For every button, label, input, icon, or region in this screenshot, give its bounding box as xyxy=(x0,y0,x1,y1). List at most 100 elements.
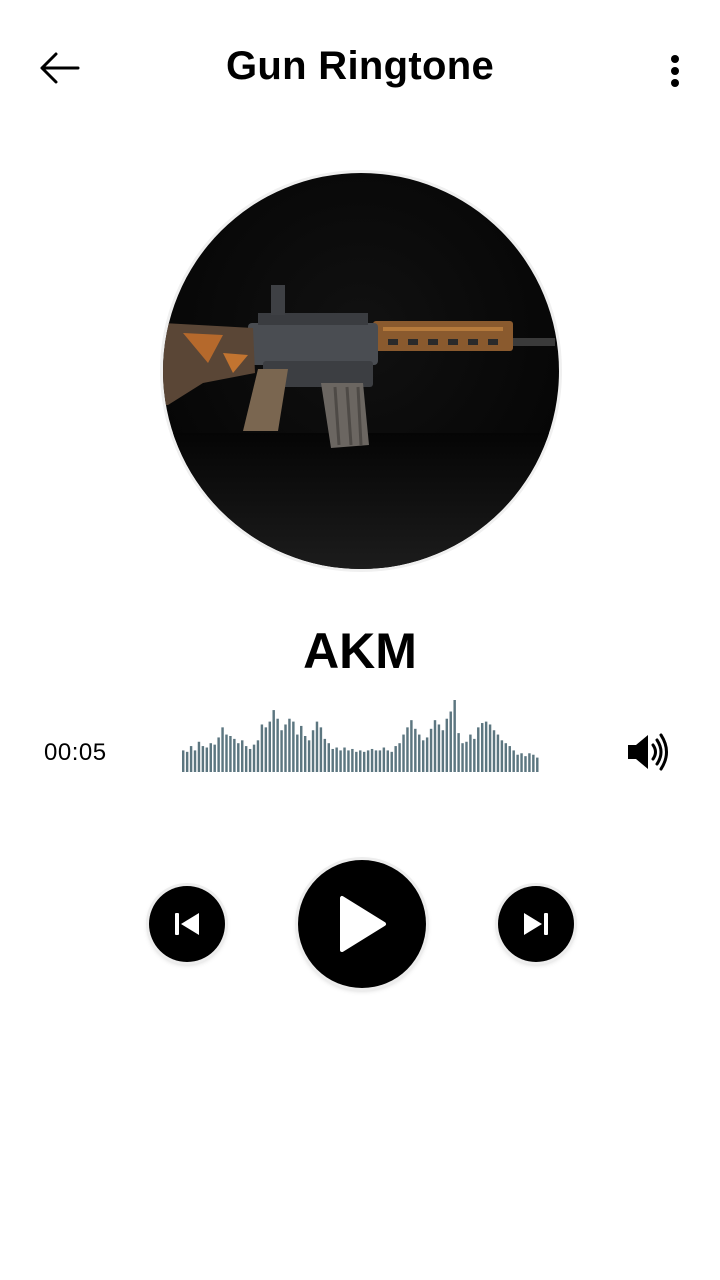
waveform-bar xyxy=(410,720,413,772)
waveform-bar xyxy=(303,736,307,772)
waveform-bar xyxy=(441,730,445,772)
waveform-bar xyxy=(359,750,362,772)
waveform-bar xyxy=(268,721,271,772)
waveform-bar xyxy=(528,753,531,772)
page-title: Gun Ringtone xyxy=(226,44,494,88)
waveform-bar xyxy=(209,743,212,772)
audio-waveform[interactable] xyxy=(182,700,540,772)
volume-up-icon xyxy=(628,733,668,771)
waveform-bar xyxy=(193,750,197,772)
cover-artwork xyxy=(163,173,559,569)
waveform-bar xyxy=(445,718,449,772)
waveform-bar xyxy=(343,747,346,772)
waveform-bar xyxy=(280,730,283,772)
more-options-button[interactable] xyxy=(660,50,690,90)
waveform-bar xyxy=(213,744,216,772)
waveform-bar xyxy=(453,700,456,772)
waveform-bar xyxy=(457,733,460,772)
waveform-bar xyxy=(382,747,386,772)
waveform-bar xyxy=(182,750,185,772)
waveform-bar xyxy=(536,757,539,772)
waveform-bar xyxy=(248,748,252,772)
waveform-bar xyxy=(284,724,287,772)
waveform-bar xyxy=(205,747,209,772)
waveform-bar xyxy=(185,751,189,772)
waveform-bar xyxy=(437,724,441,772)
waveform-bar xyxy=(433,720,437,772)
more-vertical-icon xyxy=(671,55,679,87)
waveform-bar xyxy=(347,750,350,772)
waveform-bar xyxy=(496,734,500,772)
waveform-bar xyxy=(469,734,472,772)
waveform-bar xyxy=(500,740,504,772)
waveform-bar xyxy=(390,751,393,772)
waveform-bar xyxy=(378,750,382,772)
waveform-bar xyxy=(477,727,480,772)
elapsed-time: 00:05 xyxy=(44,739,107,766)
waveform-bar xyxy=(398,743,401,772)
waveform-bar xyxy=(272,710,275,772)
waveform-bar xyxy=(201,746,205,772)
waveform-bar xyxy=(516,754,519,772)
waveform-bar xyxy=(237,743,240,772)
waveform-bar xyxy=(315,721,319,772)
waveform-bar xyxy=(532,754,535,772)
waveform-bar xyxy=(402,734,405,772)
waveform-bar xyxy=(492,730,496,772)
waveform-bar xyxy=(355,751,358,772)
next-track-button[interactable] xyxy=(498,886,574,962)
waveform-bar xyxy=(189,746,193,772)
waveform-bar xyxy=(307,740,311,772)
waveform-bar xyxy=(300,725,303,772)
app-header: Gun Ringtone xyxy=(0,0,720,136)
waveform-bar xyxy=(488,724,492,772)
waveform-bar xyxy=(418,734,421,772)
waveform-bar xyxy=(351,748,354,772)
waveform-bar xyxy=(252,744,256,772)
waveform-bar xyxy=(335,747,338,772)
skip-next-icon xyxy=(524,913,548,935)
waveform-bar xyxy=(292,721,295,772)
waveform-bar xyxy=(425,737,429,772)
waveform-bar xyxy=(480,723,484,772)
waveform-bar xyxy=(394,746,397,772)
waveform-bar xyxy=(370,748,374,772)
waveform-bar xyxy=(256,740,260,772)
waveform-bar xyxy=(386,750,390,772)
track-title: AKM xyxy=(303,623,417,679)
waveform-bar xyxy=(339,750,342,772)
waveform-bar xyxy=(449,711,452,772)
waveform-bar xyxy=(524,756,527,772)
rifle-artwork-image xyxy=(163,173,559,569)
waveform-bar xyxy=(484,721,488,772)
waveform-bar xyxy=(504,743,508,772)
waveform-bar xyxy=(264,727,268,772)
play-button[interactable] xyxy=(298,860,426,988)
waveform-bar xyxy=(414,728,417,772)
waveform-bar xyxy=(197,741,201,772)
waveform-bar xyxy=(276,718,279,772)
volume-button[interactable] xyxy=(624,730,672,774)
waveform-bar xyxy=(229,736,232,772)
waveform-bar xyxy=(221,727,224,772)
waveform-bar xyxy=(244,746,248,772)
play-icon xyxy=(340,896,386,952)
waveform-bar xyxy=(362,751,366,772)
waveform-bar xyxy=(366,750,370,772)
waveform-bar xyxy=(512,750,515,772)
waveform-bar xyxy=(241,740,244,772)
previous-track-button[interactable] xyxy=(149,886,225,962)
waveform-bar xyxy=(508,746,511,772)
waveform-bar xyxy=(319,727,323,772)
skip-previous-icon xyxy=(175,913,199,935)
waveform-bar xyxy=(323,738,327,772)
waveform-bar xyxy=(429,728,433,772)
waveform-bar xyxy=(233,738,236,772)
waveform-bar xyxy=(331,748,334,772)
waveform-bar xyxy=(465,741,468,772)
waveform-bar xyxy=(217,737,220,772)
waveform-bar xyxy=(473,738,476,772)
waveform-bar xyxy=(327,743,330,772)
waveform-bar xyxy=(288,718,291,772)
waveform-bar xyxy=(461,743,464,772)
